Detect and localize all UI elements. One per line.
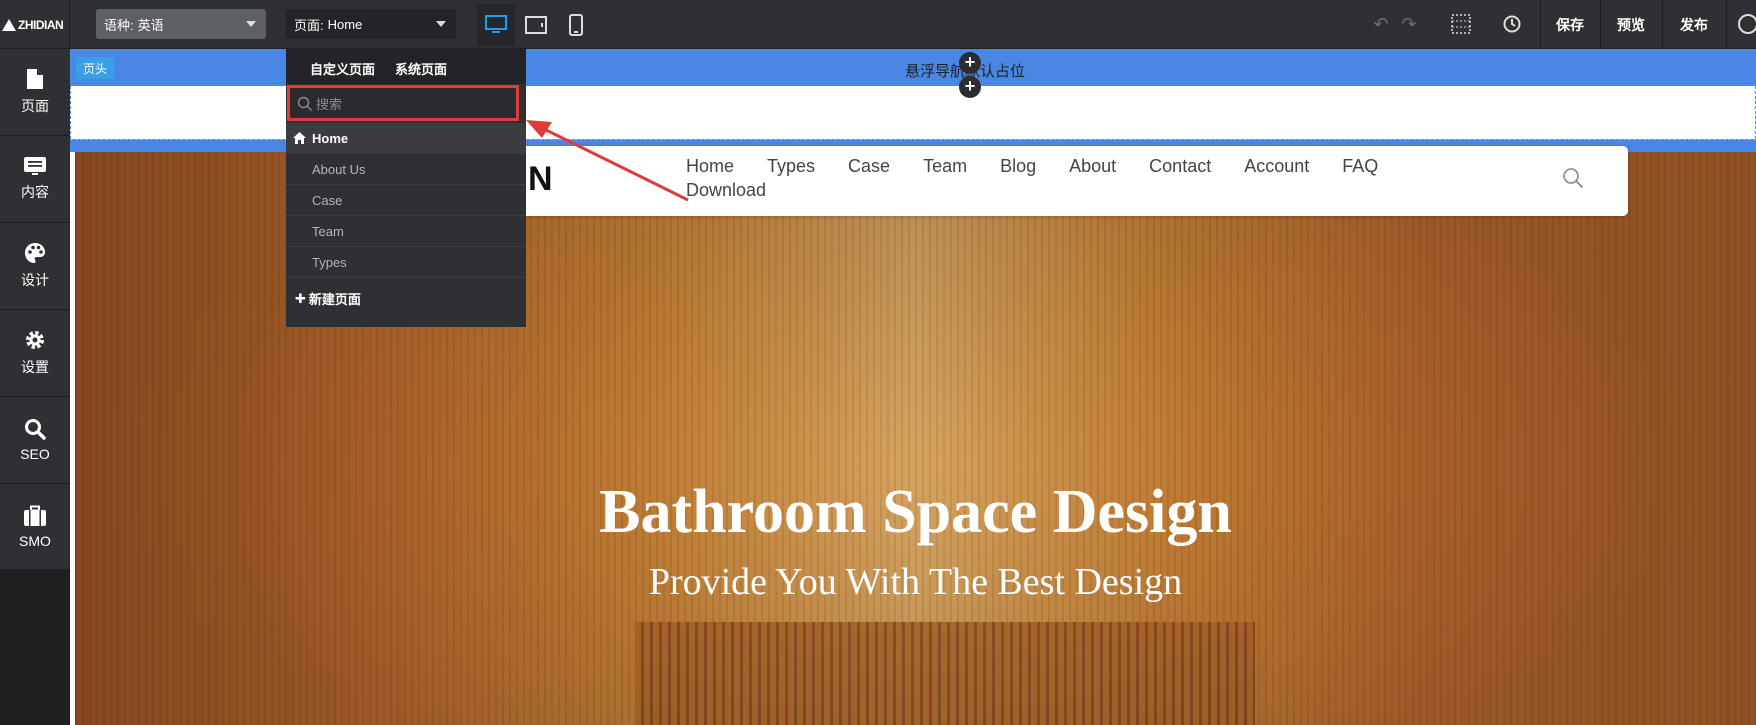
- language-select-value: 英语: [137, 17, 164, 33]
- page-item-about-us[interactable]: About Us: [286, 154, 526, 185]
- page-type-tabs: 自定义页面 系统页面: [286, 49, 526, 84]
- toolbar-divider: [1726, 0, 1727, 49]
- page-search-input[interactable]: [316, 94, 506, 114]
- redo-icon: ↷: [1401, 13, 1417, 34]
- tablet-icon: [525, 16, 547, 34]
- sidebar-item-seo[interactable]: SEO: [0, 397, 70, 484]
- page-search-box: [287, 85, 519, 121]
- chevron-down-icon: [436, 21, 446, 27]
- sidebar-item-smo[interactable]: SMO: [0, 484, 70, 571]
- page-select-label: 页面:: [294, 17, 324, 33]
- sidebar-item-content[interactable]: 内容: [0, 136, 70, 223]
- hero-subtitle: Provide You With The Best Design: [648, 561, 1183, 603]
- briefcase-icon: [24, 505, 46, 526]
- page-select[interactable]: 页面: Home: [286, 9, 456, 39]
- mobile-icon: [569, 14, 583, 36]
- nav-link-download[interactable]: Download: [686, 180, 766, 200]
- page-dropdown: 自定义页面 系统页面 Home About Us Case Team Types…: [286, 49, 526, 327]
- sidebar-item-label: 内容: [21, 184, 49, 200]
- redo-button[interactable]: ↷: [1397, 12, 1421, 36]
- site-search-icon[interactable]: [1562, 167, 1584, 189]
- grid-icon: [1451, 14, 1471, 34]
- nav-link-about[interactable]: About: [1069, 156, 1116, 176]
- search-icon: [25, 419, 46, 440]
- sidebar-item-page[interactable]: 页面: [0, 49, 70, 136]
- preview-button[interactable]: 预览: [1600, 0, 1662, 49]
- gear-icon: [26, 331, 44, 349]
- undo-button[interactable]: ↶: [1369, 12, 1393, 36]
- tab-custom-pages[interactable]: 自定义页面: [310, 59, 375, 78]
- sidebar-item-settings[interactable]: 设置: [0, 310, 70, 397]
- nav-link-team[interactable]: Team: [923, 156, 967, 176]
- page-item-home[interactable]: Home: [286, 123, 526, 154]
- sidebar-item-design[interactable]: 设计: [0, 223, 70, 310]
- nav-link-blog[interactable]: Blog: [1000, 156, 1036, 176]
- top-toolbar: ZHIDIAN 语种: 英语 页面: Home ↶ ↷ 保存 预览 发布: [0, 0, 1756, 49]
- undo-icon: ↶: [1373, 13, 1389, 34]
- header-tag[interactable]: 页头: [76, 57, 114, 79]
- nav-link-faq[interactable]: FAQ: [1342, 156, 1378, 176]
- sidebar-item-label: 页面: [21, 98, 49, 114]
- sidebar-item-label: SMO: [19, 533, 51, 549]
- nav-link-home[interactable]: Home: [686, 156, 734, 176]
- page-item-team[interactable]: Team: [286, 216, 526, 247]
- add-section-above-icon[interactable]: +: [959, 52, 981, 74]
- history-icon: [1503, 15, 1521, 33]
- left-sidebar: 页面 内容 设计 设置 SEO SMO: [0, 49, 70, 725]
- chevron-down-icon: [246, 21, 256, 27]
- logo-text: ZHIDIAN: [18, 17, 64, 32]
- site-logo[interactable]: N: [528, 160, 553, 199]
- grid-toggle-button[interactable]: [1449, 12, 1473, 36]
- logo-mark-icon: [2, 18, 16, 31]
- save-button[interactable]: 保存: [1540, 0, 1600, 49]
- history-button[interactable]: [1500, 12, 1524, 36]
- desktop-icon: [485, 15, 507, 33]
- page-item-case[interactable]: Case: [286, 185, 526, 216]
- add-section-below-icon[interactable]: +: [959, 76, 981, 98]
- site-nav-links: Home Types Case Team Blog About Contact …: [686, 156, 1386, 200]
- page-select-value: Home: [327, 16, 363, 32]
- content-icon: [24, 157, 46, 175]
- tablet-view-button[interactable]: [517, 4, 555, 46]
- sidebar-item-label: 设计: [21, 272, 49, 288]
- search-icon: [297, 96, 312, 111]
- plus-icon: ✚: [295, 290, 306, 306]
- app-logo: ZHIDIAN: [0, 0, 70, 49]
- desktop-view-button[interactable]: [477, 4, 515, 46]
- sidebar-item-label: SEO: [20, 446, 50, 462]
- help-icon[interactable]: [1738, 14, 1756, 34]
- nav-link-contact[interactable]: Contact: [1149, 156, 1211, 176]
- page-item-label: Home: [312, 130, 349, 146]
- nav-link-types[interactable]: Types: [767, 156, 815, 176]
- page-icon: [27, 69, 43, 89]
- sidebar-item-label: 设置: [21, 359, 49, 375]
- sidebar-empty-area: [0, 569, 70, 725]
- home-icon: [293, 132, 306, 144]
- palette-icon: [25, 243, 45, 263]
- language-select[interactable]: 语种: 英语: [96, 9, 266, 39]
- nav-link-case[interactable]: Case: [848, 156, 890, 176]
- new-page-label: 新建页面: [308, 292, 361, 307]
- language-select-label: 语种:: [104, 17, 134, 33]
- site-navigation-bar: N Home Types Case Team Blog About Contac…: [388, 146, 1628, 216]
- publish-button[interactable]: 发布: [1662, 0, 1726, 49]
- nav-link-account[interactable]: Account: [1244, 156, 1309, 176]
- mobile-view-button[interactable]: [557, 4, 595, 46]
- new-page-button[interactable]: ✚ 新建页面: [295, 289, 361, 308]
- tab-system-pages[interactable]: 系统页面: [395, 59, 447, 78]
- hero-title: Bathroom Space Design: [599, 478, 1232, 546]
- page-item-types[interactable]: Types: [286, 247, 526, 278]
